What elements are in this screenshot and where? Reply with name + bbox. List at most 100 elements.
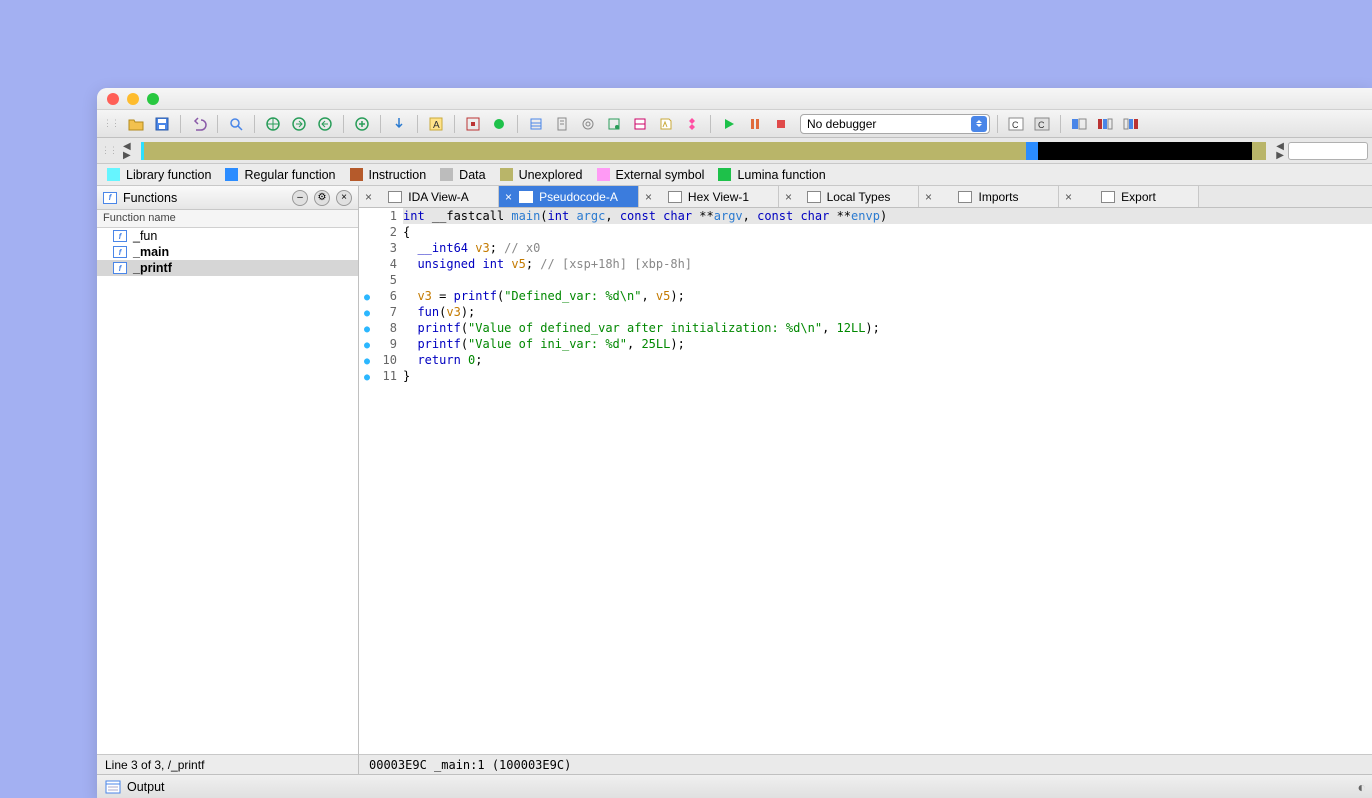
code-line[interactable]: printf("Value of defined_var after initi… — [403, 320, 1372, 336]
legend-label: Data — [459, 168, 485, 182]
legend-swatch — [597, 168, 610, 181]
legend-label: External symbol — [616, 168, 705, 182]
jump-down-button[interactable] — [388, 113, 410, 135]
text-button[interactable]: A — [425, 113, 447, 135]
breakpoint-gutter[interactable]: ● — [359, 288, 375, 304]
nav-right-icon[interactable]: ▶ — [123, 151, 131, 160]
code-line[interactable]: } — [403, 368, 1372, 384]
decompile-c-button[interactable]: C — [1005, 113, 1027, 135]
toggle-casts-button[interactable]: C — [1031, 113, 1053, 135]
debugger-select[interactable]: No debugger — [800, 114, 990, 134]
breakpoint-gutter[interactable] — [359, 208, 375, 224]
code-editor[interactable]: ●●●●●● 1234567891011 int __fastcall main… — [359, 208, 1372, 754]
breakpoint-gutter[interactable] — [359, 256, 375, 272]
line-number: 8 — [375, 320, 397, 336]
search-button[interactable] — [225, 113, 247, 135]
svg-text:C: C — [1012, 120, 1019, 130]
breakpoint-gutter[interactable]: ● — [359, 336, 375, 352]
breakpoint-gutter[interactable] — [359, 224, 375, 240]
legend-swatch — [225, 168, 238, 181]
code-line[interactable]: __int64 v3; // x0 — [403, 240, 1372, 256]
tab-close-icon[interactable]: × — [785, 190, 792, 204]
breakpoint-gutter[interactable] — [359, 240, 375, 256]
app-window: ⋮⋮ A No debugger — [97, 88, 1372, 798]
line-number: 7 — [375, 304, 397, 320]
breakpoint-gutter[interactable] — [359, 272, 375, 288]
nav-grip: ⋮⋮ — [101, 145, 117, 156]
layout-3-button[interactable] — [1120, 113, 1142, 135]
functions-status: Line 3 of 3, /_printf — [97, 754, 358, 774]
save-button[interactable] — [151, 113, 173, 135]
panel-close-button[interactable]: × — [336, 190, 352, 206]
editor-tab[interactable]: × Local Types — [779, 186, 919, 207]
function-list-item[interactable]: f_fun — [97, 228, 358, 244]
layout-2-button[interactable] — [1094, 113, 1116, 135]
output-title: Output — [127, 780, 165, 794]
pause-button[interactable] — [744, 113, 766, 135]
bookmark-button[interactable] — [681, 113, 703, 135]
tab-close-icon[interactable]: × — [925, 190, 932, 204]
zoom-window-icon[interactable] — [147, 93, 159, 105]
editor-tab[interactable]: ×IDA View-A — [359, 186, 499, 207]
function-name: _fun — [133, 229, 157, 243]
overview-segment — [141, 142, 144, 160]
functions-column-header[interactable]: Function name — [97, 210, 358, 228]
editor-tab[interactable]: ×Pseudocode-A — [499, 186, 639, 207]
breakpoint-gutter[interactable]: ● — [359, 320, 375, 336]
nav-right-icon[interactable]: ▶ — [1276, 151, 1284, 160]
code-line[interactable] — [403, 272, 1372, 288]
code-line[interactable]: printf("Value of ini_var: %d", 25LL); — [403, 336, 1372, 352]
tab-close-icon[interactable]: × — [645, 190, 652, 204]
code-line[interactable]: { — [403, 224, 1372, 240]
tab-label: Local Types — [827, 190, 891, 204]
panel-minimize-button[interactable]: – — [292, 190, 308, 206]
segments-button[interactable] — [577, 113, 599, 135]
breakpoint-gutter[interactable]: ● — [359, 368, 375, 384]
editor-tab[interactable]: ×Imports — [919, 186, 1059, 207]
tab-label: Hex View-1 — [688, 190, 749, 204]
function-list-item[interactable]: f_printf — [97, 260, 358, 276]
function-list-item[interactable]: f_main — [97, 244, 358, 260]
breakpoint-button[interactable] — [488, 113, 510, 135]
code-line[interactable]: v3 = printf("Defined_var: %d\n", v5); — [403, 288, 1372, 304]
breakpoint-gutter[interactable]: ● — [359, 304, 375, 320]
type-libs-button[interactable] — [629, 113, 651, 135]
code-line[interactable]: return 0; — [403, 352, 1372, 368]
overview-band[interactable] — [141, 142, 1267, 160]
add-button[interactable] — [351, 113, 373, 135]
xrefs-to-button[interactable] — [288, 113, 310, 135]
tab-close-icon[interactable]: × — [365, 190, 372, 204]
run-button[interactable] — [718, 113, 740, 135]
editor-status: 00003E9C _main:1 (100003E9C) — [359, 754, 1372, 774]
minimize-window-icon[interactable] — [127, 93, 139, 105]
graph-button[interactable] — [262, 113, 284, 135]
line-number: 6 — [375, 288, 397, 304]
function-name: _main — [133, 245, 169, 259]
xrefs-from-button[interactable] — [314, 113, 336, 135]
editor-tab[interactable]: ×Export — [1059, 186, 1199, 207]
address-input[interactable] — [1288, 142, 1368, 160]
output-panel-header[interactable]: Output ◐ — [97, 774, 1372, 798]
tab-close-icon[interactable]: × — [505, 190, 512, 204]
enum-button[interactable] — [551, 113, 573, 135]
struct-button[interactable] — [525, 113, 547, 135]
code-line[interactable]: int __fastcall main(int argc, const char… — [403, 208, 1372, 224]
tab-close-icon[interactable]: × — [1065, 190, 1072, 204]
code-line[interactable]: unsigned int v5; // [xsp+18h] [xbp-8h] — [403, 256, 1372, 272]
nav-arrows-right: ◀ ▶ — [1276, 142, 1284, 160]
signatures-button[interactable] — [603, 113, 625, 135]
resize-handle-icon[interactable]: ◐ — [1358, 779, 1366, 795]
undo-button[interactable] — [188, 113, 210, 135]
close-window-icon[interactable] — [107, 93, 119, 105]
code-line[interactable]: fun(v3); — [403, 304, 1372, 320]
layout-1-button[interactable] — [1068, 113, 1090, 135]
hex-button[interactable] — [462, 113, 484, 135]
open-file-button[interactable] — [125, 113, 147, 135]
stop-button[interactable] — [770, 113, 792, 135]
legend-swatch — [350, 168, 363, 181]
editor-tab[interactable]: × Hex View-1 — [639, 186, 779, 207]
panel-settings-button[interactable]: ⚙ — [314, 190, 330, 206]
breakpoint-gutter[interactable]: ● — [359, 352, 375, 368]
script-button[interactable] — [655, 113, 677, 135]
function-name: _printf — [133, 261, 172, 275]
